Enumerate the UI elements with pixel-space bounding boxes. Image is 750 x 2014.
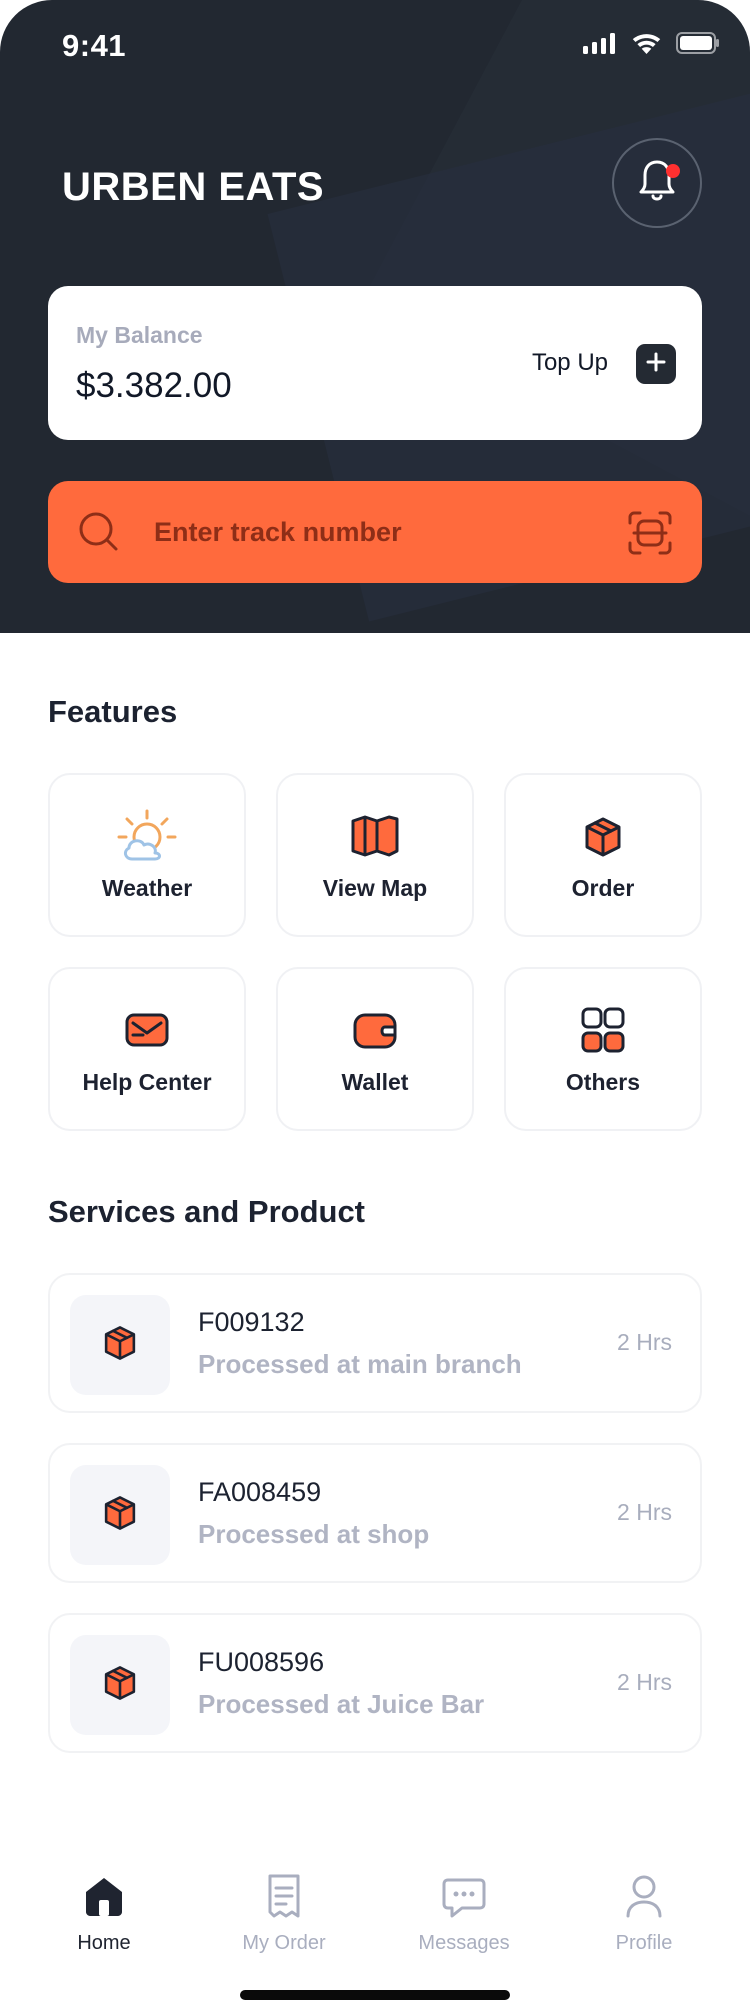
search-icon[interactable] [76, 509, 122, 555]
nav-label: My Order [242, 1932, 326, 1954]
app-title: URBEN EATS [62, 165, 325, 209]
box-icon [94, 1657, 146, 1714]
box-icon [94, 1317, 146, 1374]
feature-label: Weather [101, 875, 193, 901]
service-code: FA008459 [198, 1477, 322, 1507]
topup-button[interactable] [636, 344, 676, 384]
track-number-input[interactable] [152, 481, 622, 583]
status-time: 9:41 [62, 28, 127, 63]
bottom-navigation: Home My Order Messages Profile [0, 1834, 750, 2014]
nav-label: Profile [615, 1932, 673, 1954]
header: 9:41 URBEN EATS My Balance $3.382.00 Top… [0, 0, 750, 633]
status-bar: 9:41 [0, 0, 750, 88]
scan-icon[interactable] [626, 509, 674, 557]
home-icon [78, 1870, 130, 1922]
feature-label: Order [571, 875, 635, 901]
chat-icon [438, 1870, 490, 1922]
feature-others[interactable]: Others [504, 967, 702, 1131]
signal-icon [583, 32, 617, 59]
wifi-icon [631, 32, 662, 59]
service-status: Processed at shop [198, 1519, 430, 1549]
features-title: Features [48, 694, 178, 729]
weather-icon [117, 809, 177, 865]
feature-label: View Map [322, 875, 428, 901]
map-icon [345, 809, 405, 865]
app-screen: 9:41 URBEN EATS My Balance $3.382.00 Top… [0, 0, 750, 2014]
service-status: Processed at main branch [198, 1349, 522, 1379]
home-indicator[interactable] [240, 1990, 510, 2000]
service-thumbnail [70, 1635, 170, 1735]
feature-label: Help Center [82, 1069, 212, 1095]
feature-order[interactable]: Order [504, 773, 702, 937]
service-status: Processed at Juice Bar [198, 1689, 485, 1719]
balance-label: My Balance [76, 322, 203, 348]
feature-weather[interactable]: Weather [48, 773, 246, 937]
box-icon [94, 1487, 146, 1544]
nav-label: Messages [418, 1932, 510, 1954]
service-item[interactable]: FU008596 Processed at Juice Bar 2 Hrs [48, 1613, 702, 1753]
feature-wallet[interactable]: Wallet [276, 967, 474, 1131]
feature-label: Others [565, 1069, 641, 1095]
notification-button[interactable] [612, 138, 702, 228]
feature-help-center[interactable]: Help Center [48, 967, 246, 1131]
help-icon [117, 1003, 177, 1059]
notification-dot [666, 164, 680, 178]
status-icons [583, 32, 720, 59]
feature-view-map[interactable]: View Map [276, 773, 474, 937]
battery-icon [676, 32, 720, 59]
features-grid: Weather View Map Order Help Center Walle… [48, 773, 702, 1133]
topup-label[interactable]: Top Up [532, 349, 608, 377]
nav-label: Home [77, 1932, 131, 1954]
track-search [48, 481, 702, 583]
services-title: Services and Product [48, 1194, 366, 1229]
balance-card: My Balance $3.382.00 Top Up [48, 286, 702, 440]
nav-profile[interactable]: Profile [574, 1870, 714, 1955]
service-thumbnail [70, 1465, 170, 1565]
grid-icon [573, 1003, 633, 1059]
receipt-icon [258, 1870, 310, 1922]
user-icon [618, 1870, 670, 1922]
feature-label: Wallet [341, 1069, 409, 1095]
service-code: F009132 [198, 1307, 305, 1337]
box-icon [573, 809, 633, 865]
service-code: FU008596 [198, 1647, 325, 1677]
service-time: 2 Hrs [617, 1669, 672, 1695]
balance-value: $3.382.00 [76, 366, 232, 405]
service-item[interactable]: FA008459 Processed at shop 2 Hrs [48, 1443, 702, 1583]
nav-my-order[interactable]: My Order [214, 1870, 354, 1955]
service-time: 2 Hrs [617, 1499, 672, 1525]
nav-messages[interactable]: Messages [394, 1870, 534, 1955]
plus-icon [646, 352, 666, 377]
wallet-icon [345, 1003, 405, 1059]
service-item[interactable]: F009132 Processed at main branch 2 Hrs [48, 1273, 702, 1413]
service-thumbnail [70, 1295, 170, 1395]
service-time: 2 Hrs [617, 1329, 672, 1355]
nav-home[interactable]: Home [34, 1870, 174, 1955]
